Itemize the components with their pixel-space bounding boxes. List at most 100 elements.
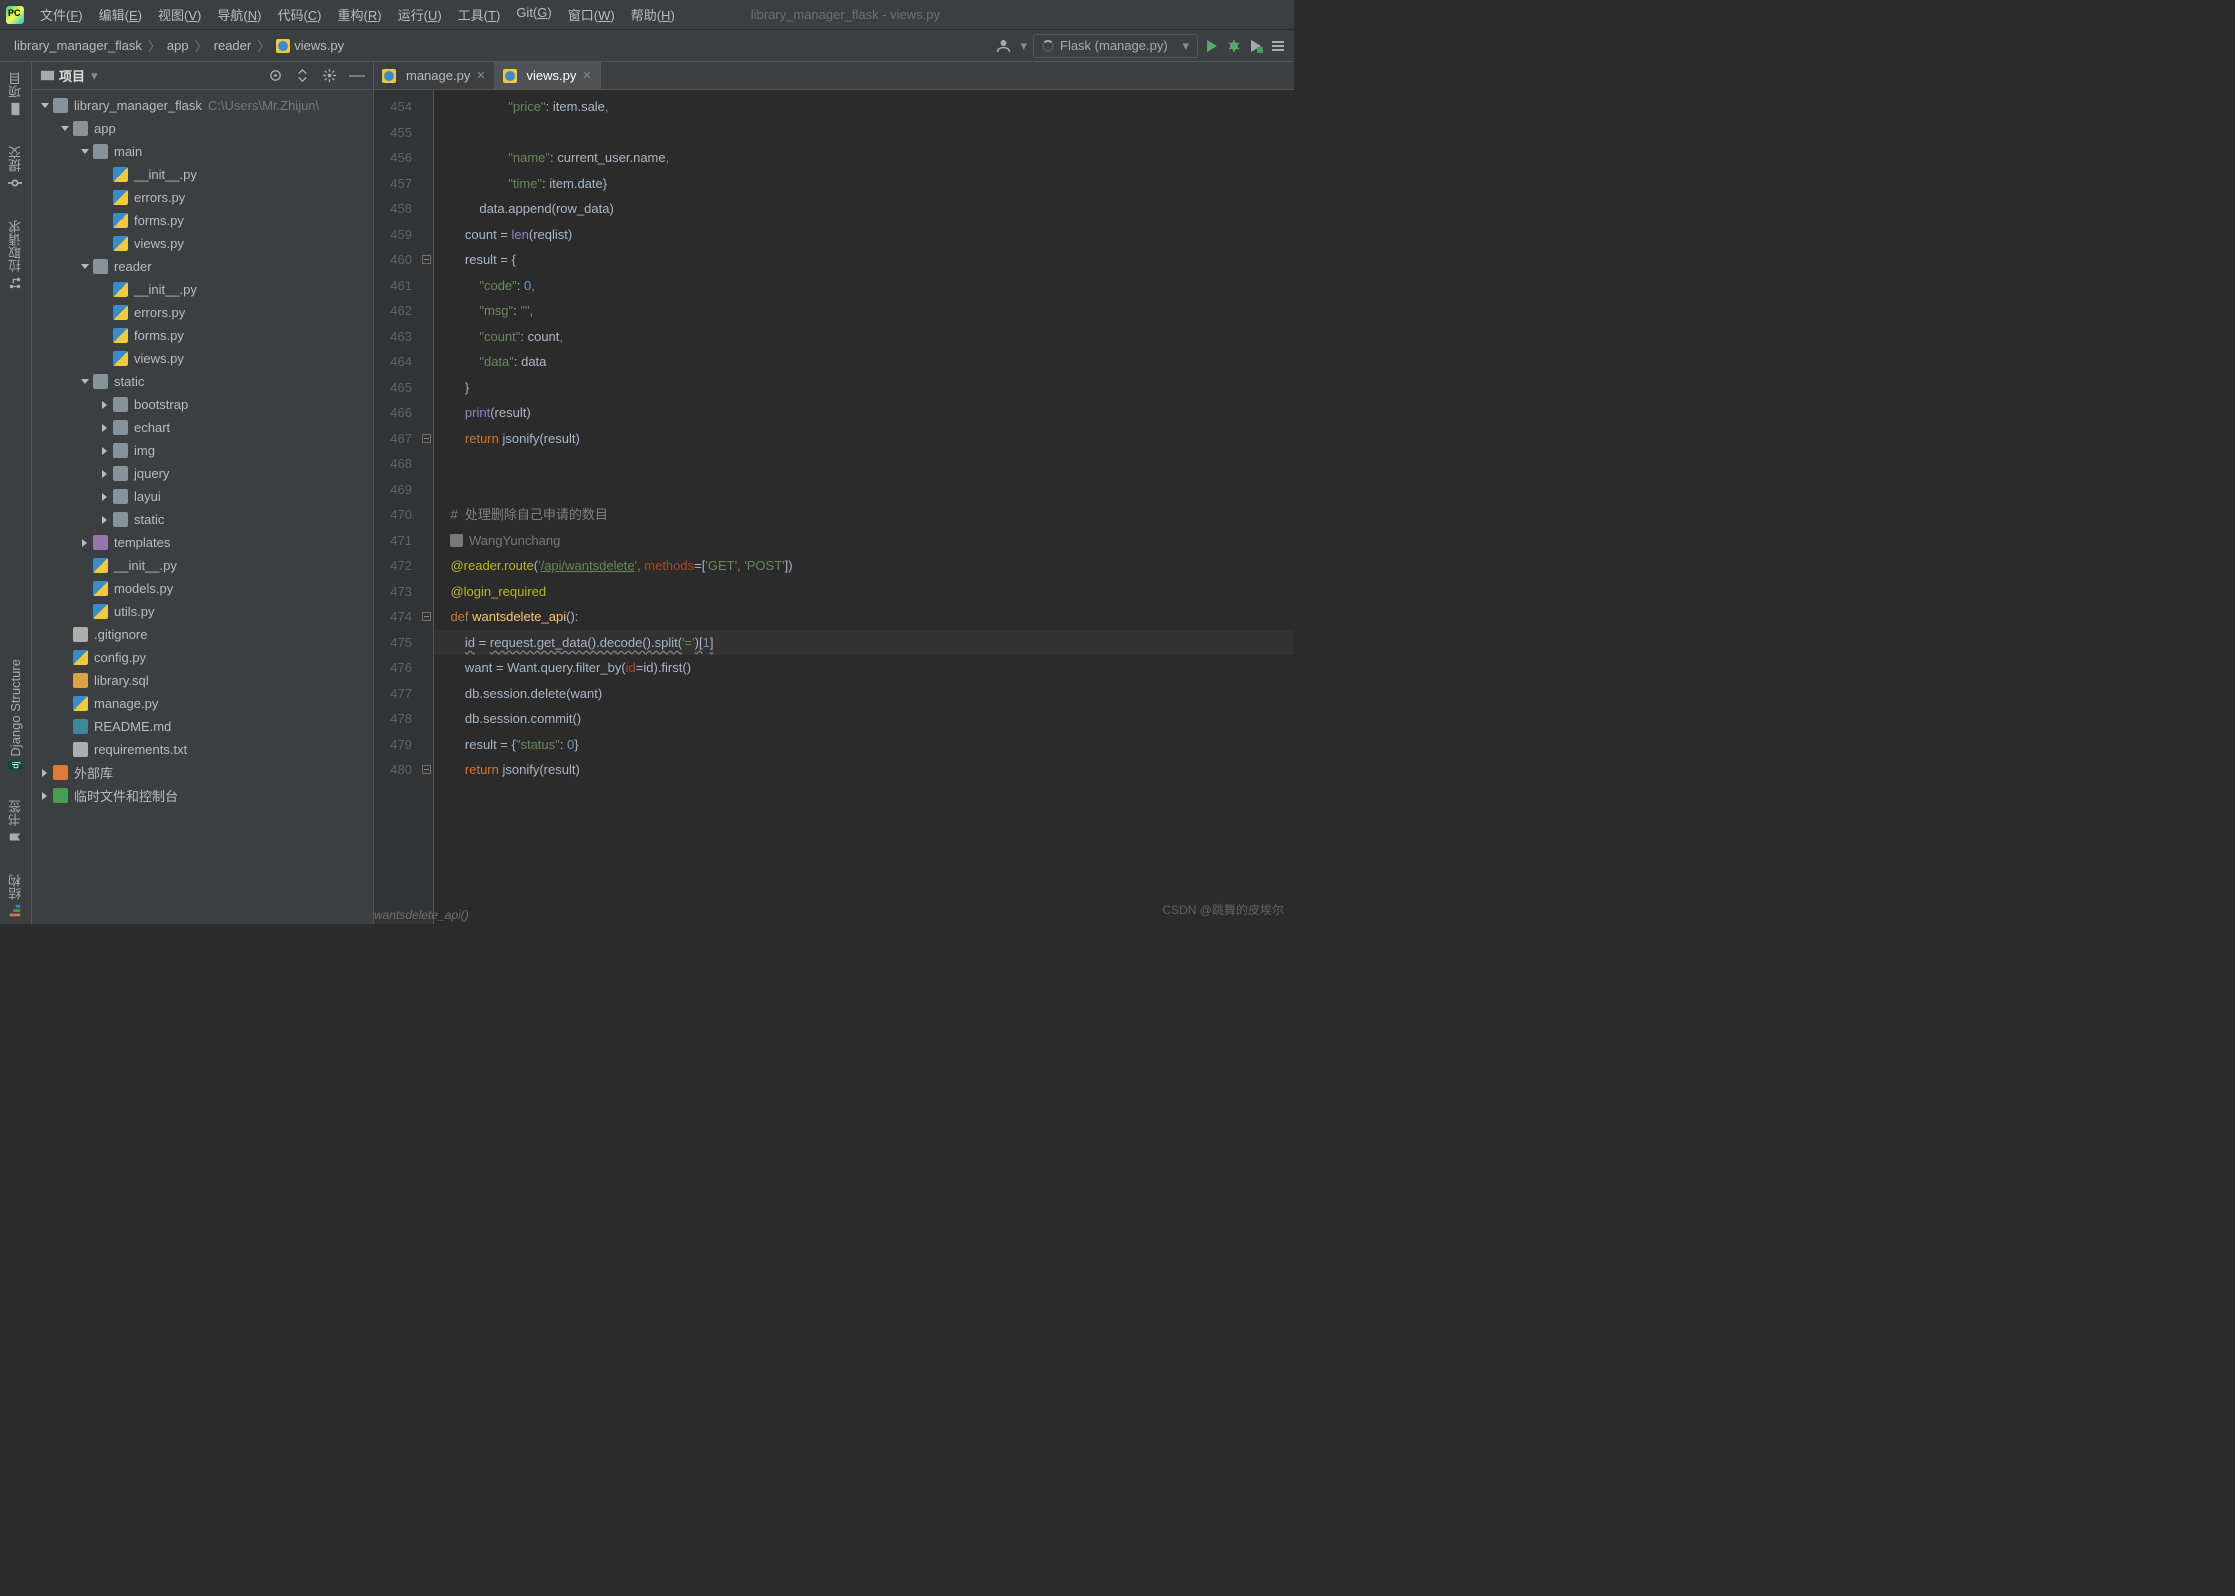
tool-django-structure[interactable]: dj Django Structure (8, 653, 23, 776)
tree-item[interactable]: views.py (32, 347, 373, 370)
debug-button[interactable] (1226, 38, 1242, 54)
root-icon (53, 98, 68, 113)
menu-9[interactable]: 窗口(W) (560, 5, 623, 24)
tree-item-label: 外部库 (74, 763, 113, 782)
tree-item[interactable]: requirements.txt (32, 738, 373, 761)
more-actions-icon[interactable] (1270, 38, 1286, 54)
chevron-right-icon: 〉 (255, 36, 272, 55)
tree-item[interactable]: library.sql (32, 669, 373, 692)
tree-item[interactable]: __init__.py (32, 163, 373, 186)
watermark: CSDN @跳舞的皮埃尔 (1162, 901, 1284, 918)
tree-item[interactable]: errors.py (32, 186, 373, 209)
tree-item[interactable]: __init__.py (32, 554, 373, 577)
menu-5[interactable]: 重构(R) (330, 5, 390, 24)
line-number-gutter[interactable]: 4544554564574584594604614624634644654664… (374, 90, 420, 924)
tree-item[interactable]: 临时文件和控制台 (32, 784, 373, 807)
tree-item-label: echart (134, 420, 170, 435)
chevron-right-icon: 〉 (193, 36, 210, 55)
tree-item[interactable]: manage.py (32, 692, 373, 715)
tree-item[interactable]: README.md (32, 715, 373, 738)
menu-1[interactable]: 编辑(E) (91, 5, 150, 24)
tree-item[interactable]: layui (32, 485, 373, 508)
tree-item[interactable]: forms.py (32, 324, 373, 347)
tree-item-label: errors.py (134, 305, 185, 320)
tree-item[interactable]: .gitignore (32, 623, 373, 646)
tree-item[interactable]: forms.py (32, 209, 373, 232)
tree-item[interactable]: static (32, 370, 373, 393)
tool-structure[interactable]: 结构 (6, 868, 25, 924)
fold-toggle-icon[interactable] (422, 434, 431, 443)
tree-item[interactable]: config.py (32, 646, 373, 669)
py-icon (113, 328, 128, 343)
tree-item[interactable]: errors.py (32, 301, 373, 324)
close-icon[interactable]: ✕ (582, 69, 591, 82)
menu-7[interactable]: 工具(T) (450, 5, 509, 24)
run-with-coverage-button[interactable] (1248, 38, 1264, 54)
tree-item[interactable]: models.py (32, 577, 373, 600)
tree-item[interactable]: app (32, 117, 373, 140)
breadcrumb-app[interactable]: app (163, 38, 193, 53)
menu-3[interactable]: 导航(N) (209, 5, 269, 24)
tab-label: manage.py (406, 68, 470, 83)
run-configuration-selector[interactable]: Flask (manage.py) ▾ (1033, 34, 1198, 58)
menu-10[interactable]: 帮助(H) (623, 5, 683, 24)
run-button[interactable] (1204, 38, 1220, 54)
tree-item[interactable]: echart (32, 416, 373, 439)
tree-item[interactable]: main (32, 140, 373, 163)
fold-toggle-icon[interactable] (422, 612, 431, 621)
sql-icon (73, 673, 88, 688)
user-add-icon[interactable] (996, 37, 1014, 55)
select-opened-file-icon[interactable] (268, 68, 283, 83)
tree-item-label: forms.py (134, 328, 184, 343)
tree-item[interactable]: templates (32, 531, 373, 554)
menu-0[interactable]: 文件(F) (32, 5, 91, 24)
tab-manage.py[interactable]: manage.py ✕ (374, 62, 495, 89)
menu-6[interactable]: 运行(U) (390, 5, 450, 24)
tree-item[interactable]: reader (32, 255, 373, 278)
tree-item[interactable]: jquery (32, 462, 373, 485)
code-editor[interactable]: 4544554564574584594604614624634644654664… (374, 90, 1294, 924)
fold-toggle-icon[interactable] (422, 255, 431, 264)
breadcrumb-reader[interactable]: reader (210, 38, 256, 53)
lib-icon (53, 765, 68, 780)
menu-8[interactable]: Git(G) (508, 5, 559, 24)
tree-item-label: reader (114, 259, 152, 274)
tree-item[interactable]: views.py (32, 232, 373, 255)
tree-item[interactable]: img (32, 439, 373, 462)
tool-commit[interactable]: 提交 (6, 140, 25, 196)
chevron-down-icon[interactable]: ▾ (91, 68, 98, 84)
close-icon[interactable]: ✕ (476, 69, 485, 82)
tool-bookmarks[interactable]: 书签 (6, 794, 25, 850)
editor-breadcrumb[interactable]: wantsdelete_api() (374, 908, 469, 922)
commit-icon (9, 176, 23, 190)
tool-project[interactable]: 项目 (6, 66, 25, 122)
tree-item[interactable]: bootstrap (32, 393, 373, 416)
fold-toggle-icon[interactable] (422, 765, 431, 774)
project-tree[interactable]: library_manager_flaskC:\Users\Mr.Zhijun\… (32, 90, 373, 924)
breadcrumb-root[interactable]: library_manager_flask (10, 38, 146, 53)
expand-all-icon[interactable] (295, 68, 310, 83)
tool-pull-requests[interactable]: 拉取请求 (6, 214, 25, 296)
tree-item[interactable]: utils.py (32, 600, 373, 623)
project-panel: 项目 ▾ — library_manager_flaskC:\Users\Mr.… (32, 62, 374, 924)
txt-icon (73, 742, 88, 757)
tab-views.py[interactable]: views.py✕ (495, 62, 601, 89)
code-content[interactable]: "price": item.sale, "name": current_user… (434, 90, 1294, 924)
fold-gutter[interactable] (420, 90, 434, 924)
tree-item[interactable]: 外部库 (32, 761, 373, 784)
breadcrumb-file[interactable]: views.py (272, 38, 348, 54)
tree-item[interactable]: static (32, 508, 373, 531)
loading-spinner-icon (1042, 40, 1054, 52)
chevron-down-icon[interactable]: ▾ (1020, 38, 1027, 54)
tree-item-label: static (114, 374, 144, 389)
tree-item[interactable]: __init__.py (32, 278, 373, 301)
tree-item[interactable]: library_manager_flaskC:\Users\Mr.Zhijun\ (32, 94, 373, 117)
settings-icon[interactable] (322, 68, 337, 83)
tree-item-label: app (94, 121, 116, 136)
py-icon (113, 305, 128, 320)
django-icon: dj (9, 761, 23, 770)
menu-4[interactable]: 代码(C) (269, 5, 329, 24)
app-icon (6, 6, 24, 24)
menu-2[interactable]: 视图(V) (150, 5, 209, 24)
hide-panel-icon[interactable]: — (349, 67, 365, 85)
